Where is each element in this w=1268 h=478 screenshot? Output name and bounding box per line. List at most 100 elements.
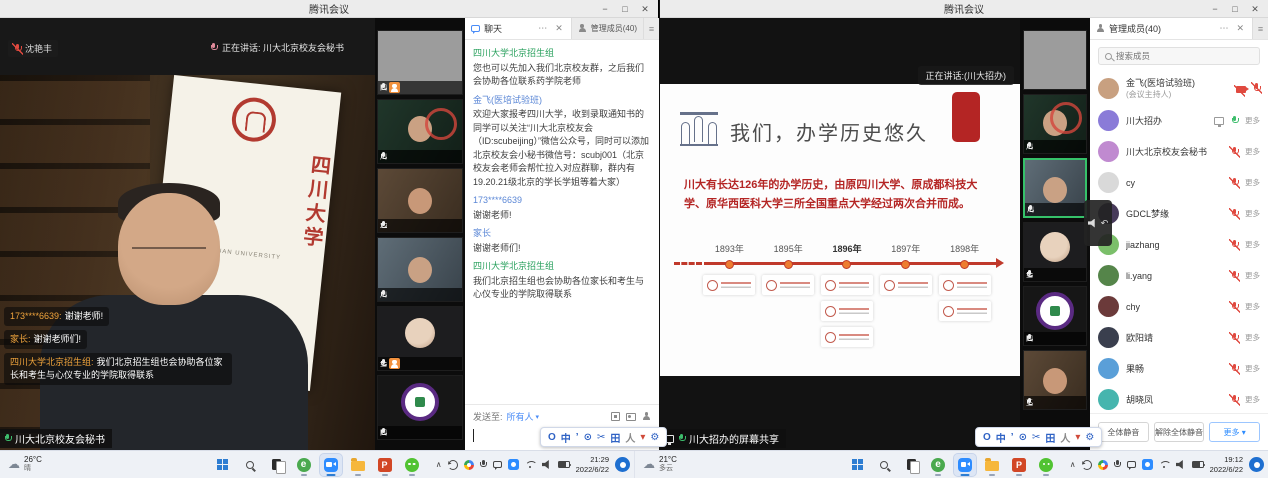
participant-thumbnail[interactable] xyxy=(1023,30,1087,90)
task-view-button[interactable] xyxy=(900,454,922,476)
chat-input[interactable] xyxy=(473,429,474,442)
tencent-meeting-button[interactable] xyxy=(954,454,976,476)
participant-thumbnail[interactable]: 金飞(医培试验班) xyxy=(1023,222,1087,282)
search-button[interactable] xyxy=(873,454,895,476)
ime-tool-icon[interactable]: ⚙ xyxy=(650,432,659,443)
battery-icon[interactable] xyxy=(1192,461,1204,468)
member-row[interactable]: cy 更多 xyxy=(1098,167,1260,198)
wechat-button[interactable] xyxy=(401,454,423,476)
participant-thumbnail[interactable]: 22级临床-杨平 xyxy=(377,168,463,233)
mention-icon[interactable] xyxy=(642,412,651,421)
chat-more-button[interactable]: ⋯ xyxy=(536,23,549,34)
ime-tool-icon[interactable]: ✂ xyxy=(1032,432,1040,443)
member-search-box[interactable] xyxy=(1098,47,1260,65)
ime-tool-icon[interactable]: ’ xyxy=(1011,432,1014,443)
shared-slide[interactable]: 我们，办学历史悠久 川大有长达126年的办学历史，由原四川大学、原成都科技大学、… xyxy=(660,84,1020,376)
close-button[interactable]: ✕ xyxy=(1246,2,1264,16)
send-to-selector[interactable]: 所有人 xyxy=(507,410,534,423)
more-button[interactable]: 更多 xyxy=(1245,115,1260,126)
chat-close-button[interactable]: ✕ xyxy=(553,23,565,34)
ime-tool-icon[interactable]: ⊙ xyxy=(584,432,592,443)
ime-tool-icon[interactable]: O xyxy=(983,432,991,443)
participant-thumbnail[interactable]: 王琳 xyxy=(1023,350,1087,410)
weather-widget[interactable]: ☁26°C晴 xyxy=(8,456,42,472)
member-row[interactable]: 果畅 更多 xyxy=(1098,353,1260,384)
windows-start-button[interactable] xyxy=(212,454,234,476)
participant-thumbnail[interactable]: 四川大学华西口腔医学院 xyxy=(377,375,463,440)
tray-mic-icon[interactable] xyxy=(480,460,487,470)
screenshot-icon[interactable] xyxy=(611,412,620,421)
ime-tool-icon[interactable]: 田 xyxy=(1045,430,1055,445)
ime-tool-icon[interactable]: O xyxy=(548,432,556,443)
tencent-meeting-button[interactable] xyxy=(320,454,342,476)
input-method-toolbar[interactable]: O中’⊙✂田人▾⚙ xyxy=(540,427,667,447)
more-button[interactable]: 更多 xyxy=(1245,146,1260,157)
panel-more-button[interactable]: ⋯ xyxy=(1217,23,1230,34)
member-row[interactable]: 川大北京校友会秘书 更多 xyxy=(1098,136,1260,167)
titlebar-left[interactable]: 腾讯会议 −□✕ xyxy=(0,0,658,18)
powerpoint-button[interactable] xyxy=(1008,454,1030,476)
tray-meeting-icon[interactable] xyxy=(508,459,519,470)
panel-close-button[interactable]: ✕ xyxy=(1234,23,1246,34)
tray-sync-icon[interactable] xyxy=(1082,460,1092,470)
tab-manage-members[interactable]: 管理成员(40) ⋯ ✕ xyxy=(1090,18,1252,39)
ime-tool-icon[interactable]: ’ xyxy=(576,432,579,443)
member-row[interactable]: 胡晓凤 更多 xyxy=(1098,384,1260,413)
tray-mic-icon[interactable] xyxy=(1114,460,1121,470)
member-row[interactable]: 川大招办 更多 xyxy=(1098,105,1260,136)
mute-all-button[interactable]: 全体静音 xyxy=(1098,422,1149,442)
member-row[interactable]: li.yang 更多 xyxy=(1098,260,1260,291)
search-button[interactable] xyxy=(239,454,261,476)
pinned-user-chip[interactable]: 沈艳丰 xyxy=(8,40,58,57)
panel-menu-button[interactable]: ≡ xyxy=(643,18,659,39)
tab-chat[interactable]: 聊天 ⋯ ✕ xyxy=(465,18,571,39)
participant-thumbnail[interactable]: 川大北京校友会秘书长 xyxy=(377,99,463,164)
tab-manage-members[interactable]: 管理成员(40) xyxy=(571,18,643,39)
ime-tool-icon[interactable]: 中 xyxy=(996,430,1006,445)
tray-expand-icon[interactable]: ∧ xyxy=(436,460,442,469)
weather-widget[interactable]: ☁21°C多云 xyxy=(643,456,677,472)
ime-tool-icon[interactable]: 田 xyxy=(610,430,620,445)
unmute-all-button[interactable]: 解除全体静音 xyxy=(1154,422,1205,442)
tray-ime-icon[interactable] xyxy=(493,461,502,468)
participant-thumbnail[interactable]: 四川大学华西口腔医学院 xyxy=(1023,286,1087,346)
input-method-toolbar[interactable]: O中’⊙✂田人▾⚙ xyxy=(975,427,1102,447)
maximize-button[interactable]: □ xyxy=(616,2,634,16)
more-button[interactable]: 更多 xyxy=(1245,208,1260,219)
tray-meeting-icon[interactable] xyxy=(1142,459,1153,470)
ie-browser-button[interactable] xyxy=(927,454,949,476)
task-view-button[interactable] xyxy=(266,454,288,476)
more-button[interactable]: 更多 xyxy=(1245,394,1260,405)
ime-tool-icon[interactable]: ⚙ xyxy=(1085,432,1094,443)
member-row[interactable]: jiazhang 更多 xyxy=(1098,229,1260,260)
more-button[interactable]: 更多 xyxy=(1245,301,1260,312)
minimize-button[interactable]: − xyxy=(596,2,614,16)
member-row[interactable]: GDCL梦缘 更多 xyxy=(1098,198,1260,229)
ime-tool-icon[interactable]: ✂ xyxy=(597,432,605,443)
ime-tool-icon[interactable]: ▾ xyxy=(1075,432,1080,443)
tray-browser-icon[interactable] xyxy=(464,460,474,470)
member-list[interactable]: 金飞(医培试验班) (会议主持人) 川大招办 更多 川大北京校友会秘书 更多 c… xyxy=(1090,69,1268,413)
close-button[interactable]: ✕ xyxy=(636,2,654,16)
search-input[interactable] xyxy=(1116,51,1253,61)
taskbar-clock[interactable]: 19:122022/6/22 xyxy=(1210,455,1243,474)
wechat-button[interactable] xyxy=(1035,454,1057,476)
file-explorer-button[interactable] xyxy=(347,454,369,476)
chat-message-list[interactable]: 四川大学北京招生组 您也可以先加入我们北京校友群，之后我们会协助各位联系药学院老… xyxy=(465,40,659,404)
wifi-icon[interactable] xyxy=(525,461,536,469)
more-button[interactable]: 更多 xyxy=(1245,239,1260,250)
audio-popout-handle[interactable]: ↶ xyxy=(1084,200,1112,246)
volume-icon[interactable] xyxy=(1176,460,1186,469)
ime-tool-icon[interactable]: ▾ xyxy=(640,432,645,443)
member-row[interactable]: chy 更多 xyxy=(1098,291,1260,322)
more-button[interactable]: 更多 xyxy=(1245,177,1260,188)
participant-thumbnail-strip[interactable]: 川大北京校友会秘书长 川大招办 金飞(医培试验班) 四川大学华西口腔医学院 王琳 xyxy=(1020,18,1090,450)
notification-badge[interactable] xyxy=(1249,457,1264,472)
ime-tool-icon[interactable]: ⊙ xyxy=(1019,432,1027,443)
participant-thumbnail[interactable]: 金飞(医培试验班) xyxy=(377,306,463,371)
participant-thumbnail[interactable]: 川大北京校友会秘书长 xyxy=(1023,94,1087,154)
powerpoint-button[interactable] xyxy=(374,454,396,476)
more-button[interactable]: 更多 xyxy=(1245,363,1260,374)
file-explorer-button[interactable] xyxy=(981,454,1003,476)
notification-badge[interactable] xyxy=(615,457,630,472)
